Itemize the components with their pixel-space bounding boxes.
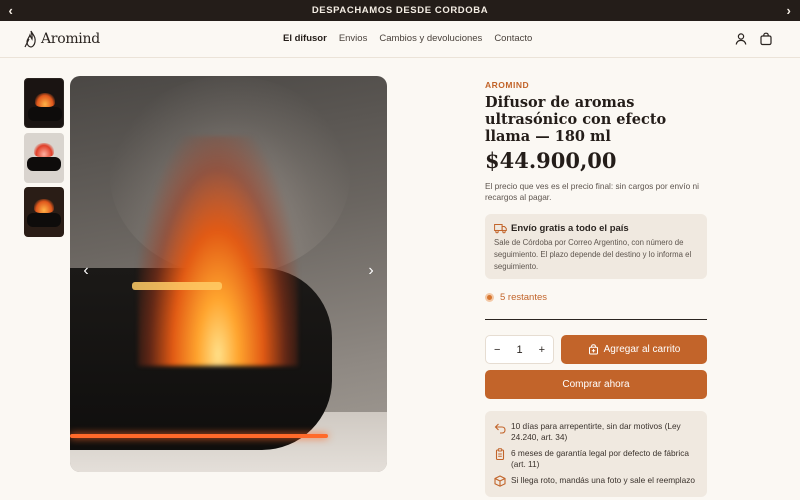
perk-replacement: Si llega roto, mandás una foto y sale el… — [511, 475, 696, 485]
product-title: Difusor de aromas ultrasónico con efecto… — [485, 94, 667, 145]
cart-icon[interactable] — [759, 32, 773, 46]
add-to-cart-label: Agregar al carrito — [603, 344, 681, 355]
quantity-increase-button[interactable]: + — [539, 344, 545, 356]
divider — [485, 319, 707, 320]
add-to-cart-button[interactable]: Agregar al carrito — [561, 335, 707, 364]
thumbnail-diffuser — [27, 213, 61, 227]
buy-now-button[interactable]: Comprar ahora — [485, 370, 707, 399]
logo-flame-icon — [24, 30, 36, 48]
shipping-text: Sale de Córdoba por Correo Argentino, co… — [494, 238, 692, 271]
thumbnail-diffuser — [28, 107, 62, 121]
truck-icon — [494, 224, 507, 234]
add-to-cart-icon — [588, 344, 598, 355]
thumbnail-flame — [34, 143, 54, 157]
announcement-next-arrow-icon[interactable]: › — [778, 0, 800, 21]
main-nav: El difusor Envios Cambios y devoluciones… — [283, 33, 532, 44]
quantity-stepper[interactable]: − 1 + — [485, 335, 554, 364]
thumbnail-diffuser — [27, 157, 61, 171]
product-brand: AROMIND — [485, 80, 530, 90]
shipping-box: Envío gratis a todo el país Sale de Córd… — [485, 214, 707, 279]
gallery-prev-icon[interactable]: ‹ — [77, 262, 95, 280]
account-icon[interactable] — [734, 32, 748, 46]
stock-indicator: 5 restantes — [485, 292, 547, 303]
logo-text: Aromind — [41, 31, 100, 47]
site-header: Aromind El difusor Envios Cambios y devo… — [0, 21, 800, 58]
price-note: El precio que ves es el precio final: si… — [485, 181, 699, 202]
announcement-bar: ‹ DESPACHAMOS DESDE CORDOBA › — [0, 0, 800, 21]
thumbnail-flame — [35, 93, 55, 107]
perk-return: 10 días para arrepentirte, sin dar motiv… — [511, 421, 681, 442]
image-led-strip — [70, 434, 328, 438]
buy-now-label: Comprar ahora — [562, 379, 630, 390]
perk-warranty: 6 meses de garantía legal por defecto de… — [511, 448, 690, 469]
shipping-title: Envío gratis a todo el país — [511, 223, 629, 234]
logo[interactable]: Aromind — [24, 30, 100, 48]
gallery-thumbnail[interactable] — [24, 187, 64, 237]
nav-item-el-difusor[interactable]: El difusor — [283, 33, 327, 44]
announcement-text: DESPACHAMOS DESDE CORDOBA — [311, 5, 489, 16]
clipboard-icon — [495, 448, 505, 460]
quantity-value[interactable]: 1 — [516, 344, 522, 356]
nav-item-contacto[interactable]: Contacto — [494, 33, 532, 44]
announcement-prev-arrow-icon[interactable]: ‹ — [0, 0, 22, 21]
gallery-thumbnail[interactable] — [24, 133, 64, 183]
nav-item-envios[interactable]: Envios — [339, 33, 368, 44]
return-arrow-icon — [494, 423, 506, 434]
image-flame — [138, 136, 298, 366]
image-diffuser-opening — [132, 282, 222, 290]
gallery-thumbnail[interactable] — [24, 78, 64, 128]
gallery-next-icon[interactable]: › — [362, 262, 380, 280]
perks-box: 10 días para arrepentirte, sin dar motiv… — [485, 411, 707, 497]
nav-item-cambios[interactable]: Cambios y devoluciones — [379, 33, 482, 44]
stock-dot-icon — [485, 293, 494, 302]
stock-text: 5 restantes — [500, 292, 547, 303]
quantity-decrease-button[interactable]: − — [494, 344, 500, 356]
thumbnail-flame — [34, 199, 54, 213]
product-price: $44.900,00 — [485, 148, 617, 173]
box-icon — [494, 475, 506, 487]
product-main-image — [70, 76, 387, 472]
